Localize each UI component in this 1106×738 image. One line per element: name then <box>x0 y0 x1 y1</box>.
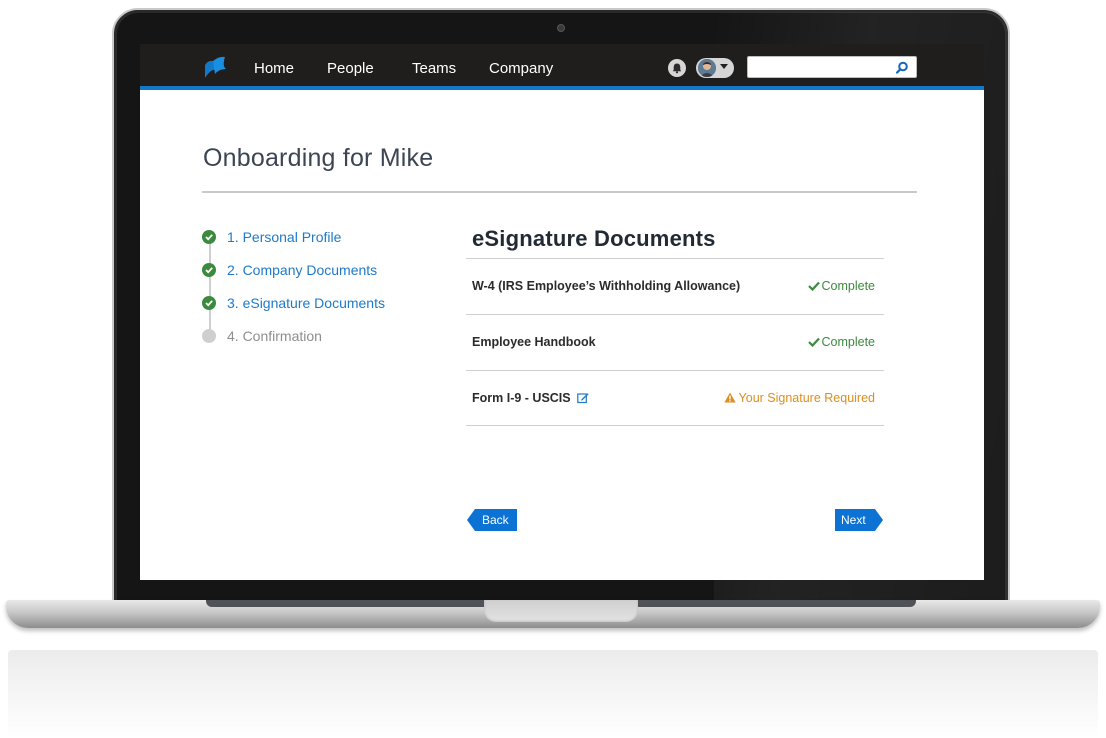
document-name-text: Form I-9 - USCIS <box>472 391 571 405</box>
edit-icon[interactable] <box>576 392 589 404</box>
step-label[interactable]: 3. eSignature Documents <box>227 295 385 311</box>
document-row-i9: Form I-9 - USCIS Your Signature Required <box>466 370 884 426</box>
top-navigation-bar: Home People Teams Company <box>140 44 984 90</box>
onboarding-steps: 1. Personal Profile 2. Company Documents… <box>202 226 432 366</box>
warning-icon <box>723 392 736 403</box>
back-button[interactable]: Back <box>467 509 517 531</box>
app-screen: Home People Teams Company Onboarding for… <box>140 44 984 580</box>
document-name: Employee Handbook <box>472 335 596 349</box>
section-title: eSignature Documents <box>472 226 716 251</box>
nav-item-company[interactable]: Company <box>489 60 553 77</box>
user-menu-toggle[interactable] <box>696 58 734 78</box>
search-icon[interactable] <box>894 60 910 76</box>
check-circle-icon <box>202 263 216 277</box>
step-label: 4. Confirmation <box>227 328 322 344</box>
status-text: Your Signature Required <box>738 391 875 405</box>
check-circle-icon <box>202 296 216 310</box>
webcam <box>557 24 565 32</box>
status-badge: Your Signature Required <box>723 391 875 405</box>
status-badge: Complete <box>807 279 876 293</box>
check-circle-icon <box>202 230 216 244</box>
status-badge: Complete <box>807 335 876 349</box>
bell-icon[interactable] <box>668 59 686 77</box>
laptop-reflection <box>8 650 1098 738</box>
checkmark-icon <box>807 337 820 348</box>
status-text: Complete <box>821 279 876 293</box>
status-text: Complete <box>821 335 876 349</box>
page-title: Onboarding for Mike <box>203 144 434 172</box>
avatar <box>698 59 716 77</box>
nav-item-people[interactable]: People <box>327 60 374 77</box>
steps-connector <box>209 236 211 334</box>
chevron-down-icon <box>720 64 728 69</box>
document-name: Form I-9 - USCIS <box>472 391 589 405</box>
step-label[interactable]: 2. Company Documents <box>227 262 377 278</box>
search-input[interactable] <box>747 56 917 78</box>
laptop-notch <box>484 600 638 622</box>
documents-list: W-4 (IRS Employee’s Withholding Allowanc… <box>466 258 884 426</box>
empty-circle-icon <box>202 329 216 343</box>
document-name: W-4 (IRS Employee’s Withholding Allowanc… <box>472 279 741 293</box>
next-button[interactable]: Next <box>835 509 883 531</box>
step-label[interactable]: 1. Personal Profile <box>227 229 341 245</box>
checkmark-icon <box>807 281 820 292</box>
nav-item-home[interactable]: Home <box>254 60 294 77</box>
document-row-handbook: Employee Handbook Complete <box>466 314 884 370</box>
title-divider <box>202 191 917 193</box>
nav-item-teams[interactable]: Teams <box>412 60 456 77</box>
document-row-w4: W-4 (IRS Employee’s Withholding Allowanc… <box>466 258 884 314</box>
app-logo-icon[interactable] <box>202 56 228 80</box>
